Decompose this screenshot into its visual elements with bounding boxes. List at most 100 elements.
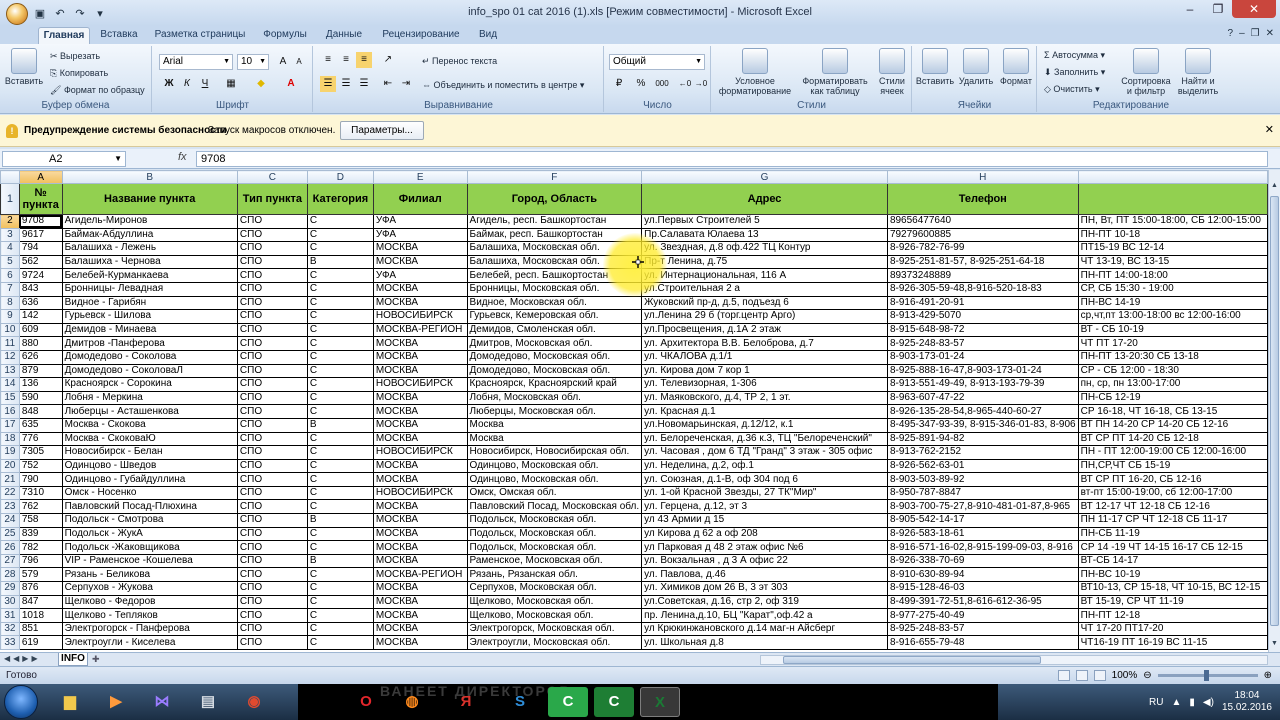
table-cell[interactable]: НОВОСИБИРСК: [372, 485, 468, 501]
table-cell[interactable]: СПО: [236, 268, 308, 283]
table-cell[interactable]: ул.Просвещения, д.1А 2 этаж: [641, 322, 888, 338]
table-cell[interactable]: 843: [18, 281, 63, 297]
underline-button[interactable]: Ч: [197, 76, 213, 92]
table-cell[interactable]: 876: [18, 581, 63, 596]
table-cell[interactable]: Агидель-Миронов: [61, 214, 238, 229]
vertical-scrollbar[interactable]: ▲ ▼: [1268, 170, 1280, 652]
table-cell[interactable]: С: [306, 241, 374, 256]
orientation-icon[interactable]: ↗: [380, 52, 396, 68]
table-cell[interactable]: ул Парковая д 48 2 этаж офис №6: [641, 540, 888, 555]
table-cell[interactable]: 8-915-128-46-03: [886, 581, 1079, 596]
column-title[interactable]: Категория: [306, 183, 374, 215]
table-cell[interactable]: С: [306, 621, 374, 637]
row-header[interactable]: 3: [0, 227, 20, 243]
autosum-button[interactable]: Σ Автосумма ▾: [1044, 50, 1105, 61]
table-cell[interactable]: Одинцово - Губайдуллина: [61, 472, 238, 487]
table-cell[interactable]: ПН-ПТ 12-18: [1077, 608, 1268, 623]
table-cell[interactable]: Москва - СкоковаЮ: [61, 431, 238, 447]
table-cell[interactable]: 8-950-787-8847: [886, 485, 1079, 501]
row-header[interactable]: 10: [0, 322, 20, 338]
column-header[interactable]: F: [466, 170, 643, 184]
paste-button[interactable]: Вставить: [4, 48, 44, 86]
column-header[interactable]: H: [886, 170, 1079, 184]
table-cell[interactable]: Электроугли - Киселева: [61, 635, 238, 650]
table-cell[interactable]: Дмитров, Московская обл.: [466, 336, 643, 351]
table-cell[interactable]: С: [306, 485, 374, 501]
format-cells-button[interactable]: Формат: [997, 48, 1035, 86]
yandex-browser-icon[interactable]: Я: [446, 687, 486, 717]
table-cell[interactable]: Бронницы, Московская обл.: [466, 281, 643, 297]
table-cell[interactable]: Лобня, Московская обл.: [466, 390, 643, 406]
table-cell[interactable]: СПО: [236, 241, 308, 256]
table-cell[interactable]: СПО: [236, 431, 308, 447]
table-cell[interactable]: пр. Ленина,д.10, БЦ "Карат",оф.42 а: [641, 608, 888, 623]
table-cell[interactable]: Щелково - Тепляков: [61, 608, 238, 623]
table-cell[interactable]: СПО: [236, 214, 308, 229]
zoom-slider[interactable]: [1157, 670, 1258, 681]
table-cell[interactable]: пн, ср, пн 13:00-17:00: [1077, 377, 1268, 392]
table-cell[interactable]: МОСКВА: [372, 417, 468, 433]
table-cell[interactable]: ул. Неделина, д.2, оф.1: [641, 458, 888, 474]
row-header[interactable]: 1: [0, 183, 20, 215]
excel-icon[interactable]: X: [640, 687, 680, 717]
column-title[interactable]: Филиал: [372, 183, 468, 215]
table-cell[interactable]: Подольск, Московская обл.: [466, 526, 643, 542]
scroll-down-icon[interactable]: ▼: [1270, 640, 1279, 650]
table-cell[interactable]: Демидов - Минаева: [61, 322, 238, 338]
app-c-icon[interactable]: C: [548, 687, 588, 717]
table-cell[interactable]: Белебей, респ. Башкортостан: [466, 268, 643, 283]
table-cell[interactable]: С: [306, 581, 374, 596]
table-cell[interactable]: МОСКВА: [372, 513, 468, 528]
table-cell[interactable]: 8-916-491-20-91: [886, 295, 1079, 311]
row-header[interactable]: 20: [0, 458, 20, 474]
options-button[interactable]: Параметры...: [340, 121, 424, 140]
table-cell[interactable]: С: [306, 526, 374, 542]
table-cell[interactable]: Жуковский пр-д, д.5, подъезд 6: [641, 295, 888, 311]
table-cell[interactable]: СПО: [236, 377, 308, 392]
table-cell[interactable]: ул. Герцена, д.12, эт 3: [641, 499, 888, 515]
table-cell[interactable]: Домодедово - Соколова: [61, 349, 238, 365]
table-cell[interactable]: Раменское, Московская обл.: [466, 553, 643, 569]
table-cell[interactable]: С: [306, 295, 374, 311]
table-cell[interactable]: С: [306, 322, 374, 338]
table-cell[interactable]: ЧТ 13-19, ВС 13-15: [1077, 254, 1268, 270]
table-cell[interactable]: СР 14 -19 ЧТ 14-15 16-17 СБ 12-15: [1077, 540, 1268, 555]
table-cell[interactable]: ул. Вокзальная , д 3 А офис 22: [641, 553, 888, 569]
table-cell[interactable]: МОСКВА: [372, 526, 468, 542]
table-cell[interactable]: С: [306, 635, 374, 650]
row-header[interactable]: 21: [0, 472, 20, 487]
maximize-button[interactable]: ❐: [1204, 0, 1232, 18]
table-cell[interactable]: 8-925-251-81-57, 8-925-251-64-18: [886, 254, 1079, 270]
row-header[interactable]: 14: [0, 377, 20, 392]
fill-color-icon[interactable]: ◆: [253, 76, 269, 92]
cut-button[interactable]: ✂ Вырезать: [50, 51, 100, 62]
table-cell[interactable]: ПН - ПТ 12:00-19:00 СБ 12:00-16:00: [1077, 445, 1268, 460]
opera-icon[interactable]: O: [346, 687, 386, 717]
table-cell[interactable]: ул.Строительная 2 а: [641, 281, 888, 297]
table-cell[interactable]: МОСКВА: [372, 553, 468, 569]
table-cell[interactable]: Одинцово, Московская обл.: [466, 472, 643, 487]
row-header[interactable]: 23: [0, 499, 20, 515]
table-cell[interactable]: Красноярск - Сорокина: [61, 377, 238, 392]
table-cell[interactable]: С: [306, 431, 374, 447]
table-cell[interactable]: ул Крюкинжановского д.14 маг-н Айсберг: [641, 621, 888, 637]
formula-input[interactable]: 9708: [196, 151, 1268, 167]
align-top-icon[interactable]: ≡: [320, 52, 336, 68]
table-cell[interactable]: СПО: [236, 445, 308, 460]
decrease-indent-icon[interactable]: ⇤: [380, 76, 396, 92]
table-cell[interactable]: Электрогорск - Панферова: [61, 621, 238, 637]
table-cell[interactable]: МОСКВА: [372, 499, 468, 515]
table-cell[interactable]: 1018: [18, 608, 63, 623]
table-cell[interactable]: Видное, Московская обл.: [466, 295, 643, 311]
table-cell[interactable]: 579: [18, 567, 63, 583]
table-cell[interactable]: МОСКВА: [372, 472, 468, 487]
row-header[interactable]: 31: [0, 608, 20, 623]
table-cell[interactable]: Балашиха - Чернова: [61, 254, 238, 270]
table-cell[interactable]: С: [306, 336, 374, 351]
row-header[interactable]: 29: [0, 581, 20, 596]
table-cell[interactable]: СПО: [236, 322, 308, 338]
row-header[interactable]: 4: [0, 241, 20, 256]
table-cell[interactable]: Балашиха - Лежень: [61, 241, 238, 256]
table-cell[interactable]: VIP - Раменское -Кошелева: [61, 553, 238, 569]
table-cell[interactable]: ул.Ленина 29 б (торг.центр Арго): [641, 309, 888, 324]
